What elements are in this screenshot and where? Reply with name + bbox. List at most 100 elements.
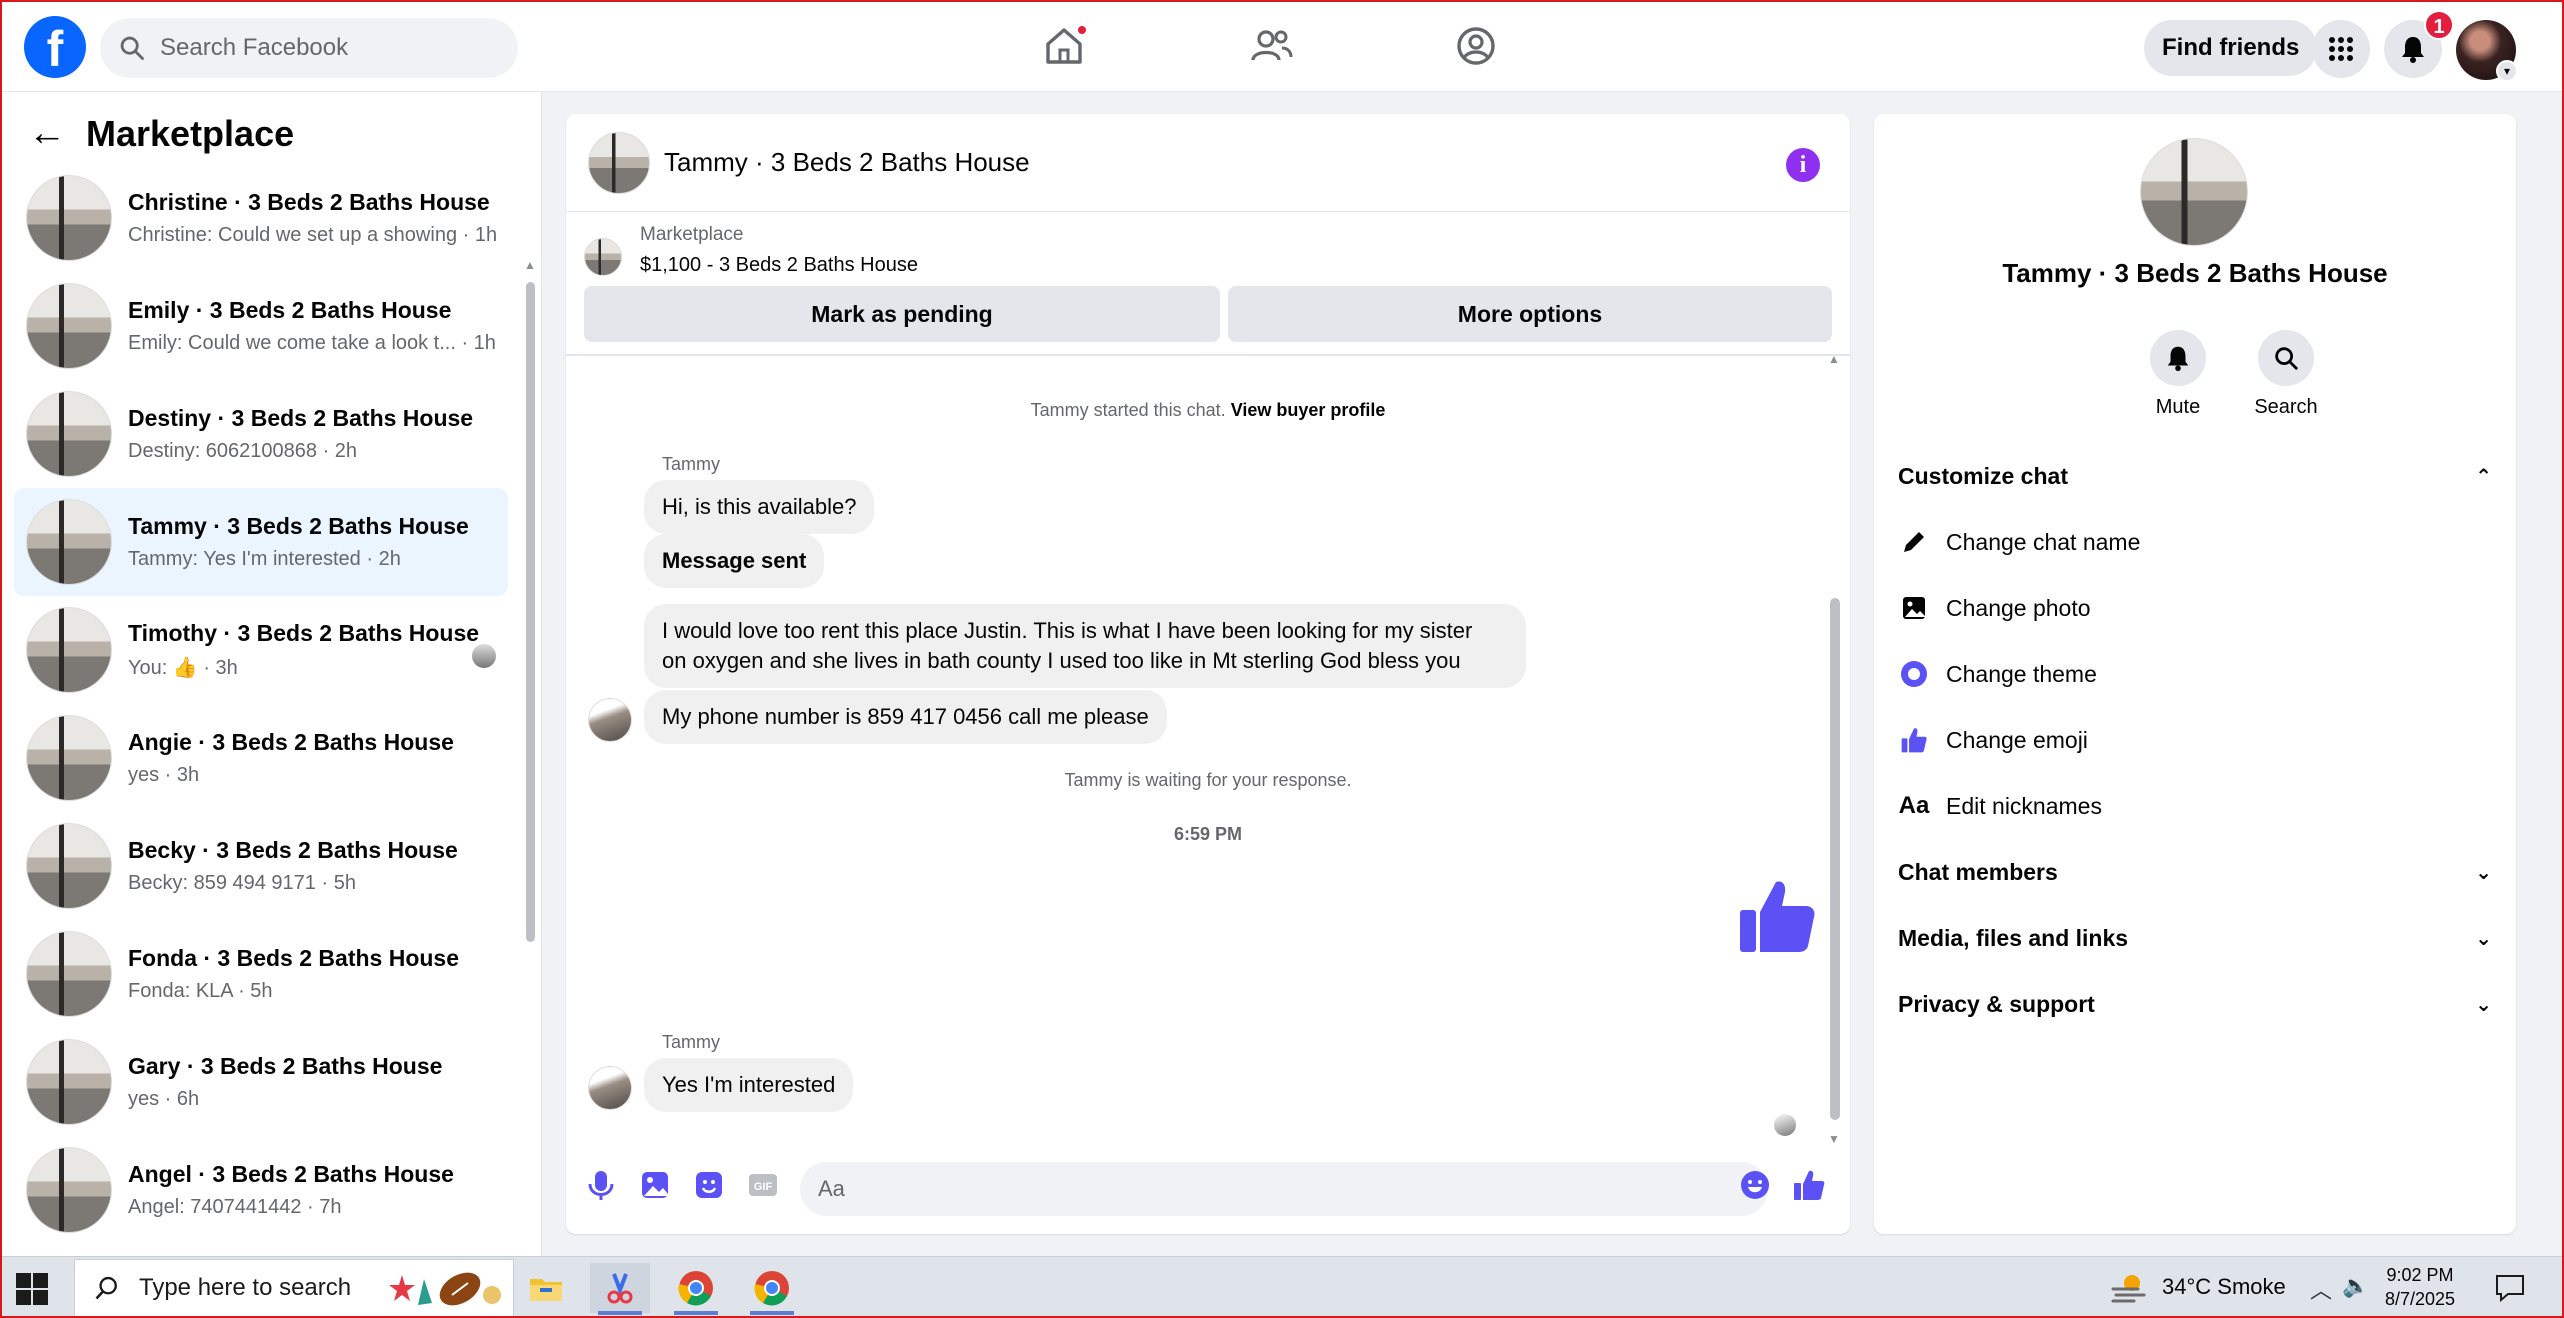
change-chat-name-option[interactable]: Change chat name: [1898, 522, 2140, 562]
chat-list-item[interactable]: Gary · 3 Beds 2 Baths House yes · 6h: [14, 1028, 508, 1136]
friends-icon[interactable]: [1248, 22, 1296, 70]
message-bubble[interactable]: My phone number is 859 417 0456 call me …: [644, 690, 1167, 744]
info-icon[interactable]: i: [1786, 148, 1820, 182]
show-hidden-icons-chevron-icon[interactable]: ︿: [2310, 1273, 2332, 1305]
message-bubble[interactable]: Hi, is this available?: [644, 480, 875, 534]
listing-thumbnail: [26, 499, 112, 585]
mark-as-pending-button[interactable]: Mark as pending: [584, 286, 1220, 342]
chat-list-scrollbar[interactable]: ▲ ▼: [524, 192, 536, 1318]
listing-thumbnail: [26, 1147, 112, 1233]
home-icon[interactable]: [1040, 22, 1088, 70]
chat-list-item[interactable]: Fonda · 3 Beds 2 Baths House Fonda: KLA ·…: [14, 920, 508, 1028]
chat-list-item-active[interactable]: Tammy · 3 Beds 2 Baths House Tammy: Yes I…: [14, 488, 508, 596]
chat-members-section[interactable]: Chat members ⌄: [1898, 852, 2492, 892]
system-clock[interactable]: 9:02 PM 8/7/2025: [2370, 1263, 2470, 1311]
sender-avatar[interactable]: [588, 698, 632, 742]
gif-icon[interactable]: GIF: [746, 1168, 780, 1202]
chat-snippet: You: 👍 · 3h: [128, 655, 479, 680]
chrome-profile-icon[interactable]: [742, 1263, 802, 1315]
change-photo-option[interactable]: Change photo: [1898, 588, 2091, 628]
photo-icon: [1903, 597, 1925, 619]
sticker-icon[interactable]: [692, 1168, 726, 1202]
notification-center-icon[interactable]: [2494, 1273, 2526, 1303]
message-bubble[interactable]: I would love too rent this place Justin.…: [644, 604, 1526, 688]
change-theme-option[interactable]: Change theme: [1898, 654, 2097, 694]
privacy-support-section[interactable]: Privacy & support ⌄: [1898, 984, 2492, 1024]
volume-icon[interactable]: 🔈: [2342, 1273, 2369, 1299]
snippet-suffix: · 3h: [203, 657, 238, 679]
profile-circle-icon[interactable]: [1452, 22, 1500, 70]
account-chevron-down-icon[interactable]: ▾: [2496, 60, 2518, 82]
listing-summary[interactable]: Marketplace $1,100 - 3 Beds 2 Baths Hous…: [584, 224, 918, 277]
change-emoji-option[interactable]: Change emoji: [1898, 720, 2088, 760]
menu-grid-icon[interactable]: [2312, 20, 2370, 78]
taskbar-search-input[interactable]: [139, 1274, 389, 1302]
scroll-up-arrow-icon[interactable]: ▲: [1828, 352, 1840, 366]
snippet-prefix: You:: [128, 657, 168, 679]
chat-snippet: Emily: Could we come take a look t... · …: [128, 332, 496, 354]
sender-avatar[interactable]: [588, 1066, 632, 1110]
scroll-up-arrow-icon[interactable]: ▲: [524, 258, 536, 272]
microphone-icon[interactable]: [584, 1168, 618, 1202]
file-explorer-icon[interactable]: [516, 1263, 576, 1313]
option-label: Change emoji: [1946, 726, 2088, 753]
listing-thumbnail: [26, 607, 112, 693]
chat-snippet: Destiny: 6062100868 · 2h: [128, 440, 358, 462]
conversation-large-thumbnail[interactable]: [2140, 138, 2248, 246]
customize-chat-section[interactable]: Customize chat ⌃: [1898, 456, 2492, 496]
search-input[interactable]: [160, 34, 490, 62]
details-title: Tammy · 3 Beds 2 Baths House: [2002, 258, 2388, 288]
search-box[interactable]: [100, 18, 518, 78]
chat-list-item[interactable]: Angel · 3 Beds 2 Baths House Angel: 74074…: [14, 1136, 508, 1244]
windows-start-icon[interactable]: [14, 1271, 50, 1307]
message-timestamp: 6:59 PM: [1173, 824, 1243, 844]
chat-list-item[interactable]: Timothy · 3 Beds 2 Baths House You: 👍 · …: [14, 596, 508, 704]
search-icon: [95, 1276, 117, 1300]
media-files-links-section[interactable]: Media, files and links ⌄: [1898, 918, 2492, 958]
listing-thumbnail: [26, 715, 112, 801]
chat-name: Christine · 3 Beds 2 Baths House: [128, 189, 490, 215]
chat-snippet: Tammy: Yes I'm interested · 2h: [128, 548, 401, 570]
marketplace-chat-list-panel: ← Marketplace Christine · 3 Beds 2 Baths…: [0, 92, 542, 1256]
conversation-title[interactable]: Tammy · 3 Beds 2 Baths House: [664, 147, 1030, 178]
pencil-icon: [1904, 532, 1924, 552]
chat-name: Emily · 3 Beds 2 Baths House: [128, 297, 452, 323]
edit-nicknames-option[interactable]: Aa Edit nicknames: [1898, 786, 2102, 826]
chrome-icon[interactable]: [666, 1263, 726, 1315]
chat-name: Tammy · 3 Beds 2 Baths House: [128, 513, 469, 539]
chat-name: Becky · 3 Beds 2 Baths House: [128, 837, 458, 863]
scroll-down-arrow-icon[interactable]: ▼: [1828, 1132, 1840, 1146]
message-bubble[interactable]: Message sent: [644, 534, 825, 588]
sent-thumbs-up-icon[interactable]: [1736, 876, 1816, 956]
chat-name: Fonda · 3 Beds 2 Baths House: [128, 945, 460, 971]
thumbs-up-send-icon[interactable]: [1792, 1168, 1826, 1202]
snipping-tool-icon[interactable]: [590, 1263, 650, 1315]
search-label: Search: [2254, 396, 2318, 418]
emoji-icon[interactable]: [1738, 1168, 1772, 1202]
chat-list-item[interactable]: Destiny · 3 Beds 2 Baths House Destiny: 6…: [14, 380, 508, 488]
conversation-scrollbar[interactable]: ▲ ▼: [1828, 352, 1842, 1152]
view-buyer-profile-link[interactable]: View buyer profile: [1231, 400, 1386, 420]
thumbs-up-icon: 👍: [172, 657, 198, 679]
option-label: Change chat name: [1946, 528, 2141, 555]
seen-receipt-avatar: [1774, 1114, 1796, 1136]
search-in-chat-button[interactable]: Search: [2246, 330, 2326, 419]
scrollbar-thumb[interactable]: [1830, 598, 1840, 1120]
conversation-thumbnail[interactable]: [588, 131, 650, 194]
mute-button[interactable]: Mute: [2138, 330, 2218, 419]
conversation-panel: Tammy · 3 Beds 2 Baths House i Marketpla…: [566, 114, 1850, 1234]
chat-list-item[interactable]: Becky · 3 Beds 2 Baths House Becky: 859 4…: [14, 812, 508, 920]
message-input[interactable]: [800, 1162, 1768, 1216]
chevron-down-icon: ⌄: [2475, 993, 2492, 1016]
find-friends-button[interactable]: Find friends: [2144, 20, 2318, 76]
chat-list-item[interactable]: Emily · 3 Beds 2 Baths House Emily: Could…: [14, 272, 508, 380]
facebook-logo-icon[interactable]: f: [24, 16, 86, 78]
chat-list-item[interactable]: Angie · 3 Beds 2 Baths House yes · 3h: [14, 704, 508, 812]
photo-icon[interactable]: [638, 1168, 672, 1202]
back-arrow-icon[interactable]: ←: [28, 112, 72, 155]
weather-widget[interactable]: 34°C Smoke: [2110, 1271, 2286, 1303]
scrollbar-thumb[interactable]: [526, 282, 535, 942]
more-options-button[interactable]: More options: [1228, 286, 1832, 342]
chat-list-item[interactable]: Christine · 3 Beds 2 Baths House Christin…: [14, 164, 508, 272]
message-bubble[interactable]: Yes I'm interested: [644, 1058, 854, 1112]
